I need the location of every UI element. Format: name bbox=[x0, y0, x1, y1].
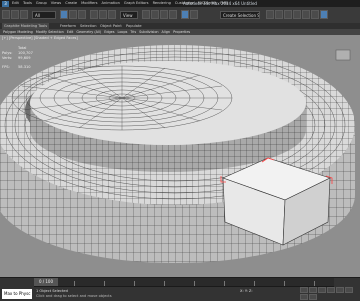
menu-item[interactable]: Modifiers bbox=[81, 0, 97, 7]
timeline-tick bbox=[104, 281, 105, 286]
view-cube-icon[interactable] bbox=[335, 49, 351, 61]
scale-icon[interactable] bbox=[108, 10, 116, 19]
prompt-line: Click and drag to select and move object… bbox=[36, 294, 112, 298]
layer-icon[interactable] bbox=[266, 10, 274, 19]
timeline-tick bbox=[254, 281, 255, 286]
snap-icon[interactable] bbox=[151, 10, 159, 19]
timeline-tick bbox=[164, 281, 165, 286]
selection-filter-dropdown[interactable]: All bbox=[32, 11, 56, 19]
pivot-icon[interactable] bbox=[142, 10, 150, 19]
main-toolbar: All View Create Selection Se bbox=[0, 7, 360, 24]
select-by-name-icon[interactable] bbox=[69, 10, 77, 19]
timeline-tick bbox=[224, 281, 225, 286]
move-icon[interactable] bbox=[90, 10, 98, 19]
timeline-tick bbox=[284, 281, 285, 286]
undo-icon[interactable] bbox=[2, 10, 10, 19]
menu-item[interactable]: Create bbox=[65, 0, 77, 7]
3dsmax-window: 3 Edit Tools Group Views Create Modifier… bbox=[0, 0, 360, 301]
inner-disc-top bbox=[30, 61, 306, 145]
redo-icon[interactable] bbox=[11, 10, 19, 19]
coordinate-display[interactable]: X: Y: Z: bbox=[240, 289, 253, 293]
maximize-viewport-icon[interactable] bbox=[309, 294, 317, 300]
render-frame-icon[interactable] bbox=[311, 10, 319, 19]
timeline-tick bbox=[194, 281, 195, 286]
schematic-icon[interactable] bbox=[284, 10, 292, 19]
menu-item[interactable]: Tools bbox=[23, 0, 32, 7]
select-object-icon[interactable] bbox=[60, 10, 68, 19]
zoom-all-icon[interactable] bbox=[309, 287, 317, 293]
named-selection-dropdown[interactable]: Create Selection Se bbox=[220, 11, 260, 19]
menu-item[interactable]: Group bbox=[36, 0, 47, 7]
viewport-statistics: Total Polys: 100,707 Verts: 99,609 FPS: 58.… bbox=[2, 46, 33, 70]
mirror-icon[interactable] bbox=[181, 10, 189, 19]
perspective-viewport[interactable]: [+] [Perspective] [Shaded + Edged Faces]… bbox=[0, 35, 360, 277]
menu-item[interactable]: Animation bbox=[102, 0, 120, 7]
fps-value: 58.310 bbox=[18, 65, 31, 69]
render-icon[interactable] bbox=[320, 10, 328, 19]
rotate-icon[interactable] bbox=[99, 10, 107, 19]
time-slider[interactable]: 0 / 100 bbox=[34, 278, 58, 286]
pan-icon[interactable] bbox=[345, 287, 353, 293]
zoom-extents-icon[interactable] bbox=[318, 287, 326, 293]
orbit-icon[interactable] bbox=[300, 294, 308, 300]
viewport-label[interactable]: [+] [Perspective] [Shaded + Edged Faces] bbox=[2, 36, 78, 40]
window-title: Autodesk 3ds Max 2014 x64 Untitled bbox=[183, 1, 257, 6]
timeline-tick bbox=[314, 281, 315, 286]
material-editor-icon[interactable] bbox=[293, 10, 301, 19]
angle-snap-icon[interactable] bbox=[160, 10, 168, 19]
stats-verts: 99,609 bbox=[18, 56, 31, 60]
selection-status: 1 Object Selected bbox=[36, 289, 68, 293]
menu-item[interactable]: Edit bbox=[12, 0, 19, 7]
maxscript-listener-input[interactable]: Max to Physc bbox=[2, 289, 32, 299]
zoom-extents-all-icon[interactable] bbox=[327, 287, 335, 293]
reference-coord-dropdown[interactable]: View bbox=[120, 11, 138, 19]
status-bar: 0 / 100 Max to Physc 1 Object Selected C… bbox=[0, 277, 360, 301]
menu-item[interactable]: Views bbox=[51, 0, 61, 7]
rect-selection-icon[interactable] bbox=[78, 10, 86, 19]
stats-key: Verts: bbox=[2, 56, 13, 60]
link-icon[interactable] bbox=[20, 10, 28, 19]
fov-icon[interactable] bbox=[336, 287, 344, 293]
timeline-tick bbox=[134, 281, 135, 286]
menu-item[interactable]: Rendering bbox=[153, 0, 171, 7]
percent-snap-icon[interactable] bbox=[169, 10, 177, 19]
zoom-icon[interactable] bbox=[300, 287, 308, 293]
title-bar: 3 Edit Tools Group Views Create Modifier… bbox=[0, 0, 360, 7]
curve-editor-icon[interactable] bbox=[275, 10, 283, 19]
viewport-navigation bbox=[300, 287, 358, 300]
scene-render[interactable] bbox=[0, 35, 360, 277]
fps-label: FPS: bbox=[2, 65, 10, 69]
timeline-tick bbox=[74, 281, 75, 286]
timeline[interactable]: 0 / 100 bbox=[34, 278, 334, 287]
render-setup-icon[interactable] bbox=[302, 10, 310, 19]
align-icon[interactable] bbox=[190, 10, 198, 19]
menu-item[interactable]: Graph Editors bbox=[124, 0, 149, 7]
